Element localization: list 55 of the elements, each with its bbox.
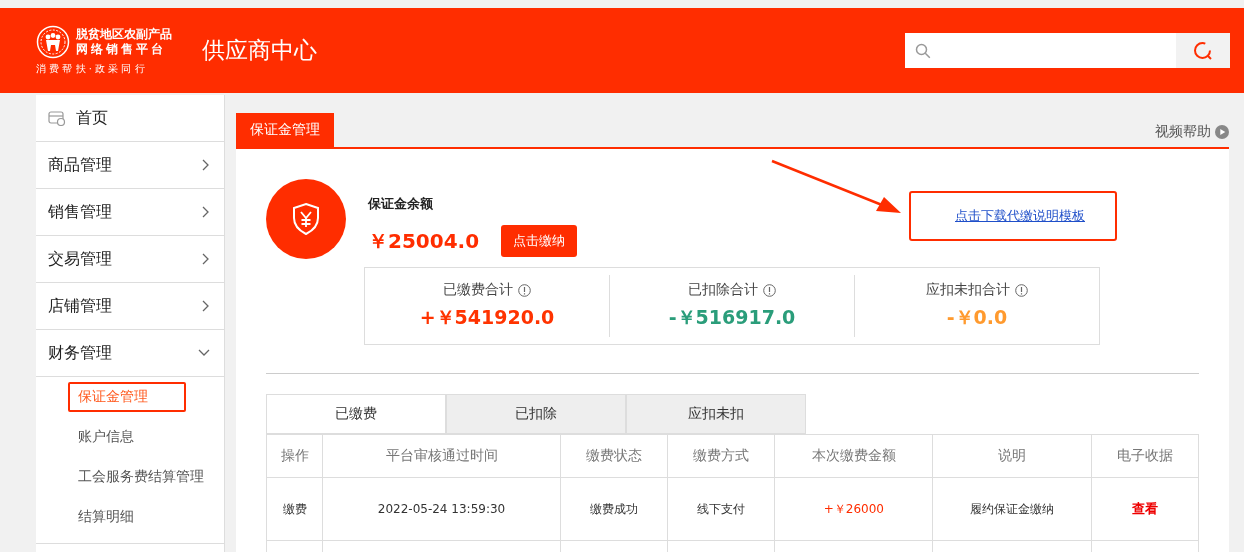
record-tab[interactable]: 已缴费	[266, 394, 446, 434]
record-tab[interactable]: 应扣未扣	[626, 394, 806, 434]
logo-text: 网络销售平台	[76, 42, 167, 57]
info-icon	[763, 283, 776, 297]
stat-value: -￥0.0	[946, 305, 1008, 330]
logo-slogan: 消 费 帮 扶 · 政 采 同 行	[36, 62, 146, 76]
chevron-right-icon	[202, 253, 210, 265]
page-title: 供应商中心	[202, 36, 317, 65]
sidebar-item[interactable]: 财务管理	[36, 330, 224, 377]
pay-button[interactable]: 点击缴纳	[501, 225, 578, 257]
sidebar-item[interactable]: 首页	[36, 95, 224, 142]
play-icon	[1215, 125, 1229, 139]
stat-label: 已缴费合计	[443, 281, 513, 299]
column-header: 本次缴费金额	[774, 434, 933, 478]
column-header: 操作	[266, 434, 323, 478]
stat-value: -￥516917.0	[668, 305, 796, 330]
table-cell: 履约保证金缴纳	[932, 477, 1092, 541]
table-cell: 2022-05-24 13:59:30	[322, 477, 561, 541]
chevron-right-icon	[202, 300, 210, 312]
search-icon	[915, 42, 931, 59]
sidebar-item[interactable]: 店铺管理	[36, 283, 224, 330]
chevron-right-icon	[202, 159, 210, 171]
sidebar-item[interactable]: 交易管理	[36, 236, 224, 283]
stat-label: 应扣未扣合计	[926, 281, 1010, 299]
sidebar-item[interactable]: 销售管理	[36, 189, 224, 236]
logo-text: 脱贫地区农副产品	[76, 27, 172, 42]
chevron-right-icon	[202, 206, 210, 218]
info-icon	[1015, 283, 1028, 297]
info-icon	[518, 283, 531, 297]
logo-emblem-icon	[36, 25, 70, 59]
table-cell: 缴费	[266, 477, 323, 541]
column-header: 电子收据	[1091, 434, 1199, 478]
stat-label: 已扣除合计	[688, 281, 758, 299]
table-cell: +￥26000	[774, 477, 933, 541]
balance-label: 保证金余额	[368, 195, 434, 213]
record-tab[interactable]: 已扣除	[446, 394, 626, 434]
download-link[interactable]: 点击下载代缴说明模板	[955, 207, 1085, 225]
view-link[interactable]: 查看	[1125, 499, 1164, 519]
stat-value: +￥541920.0	[419, 305, 555, 330]
chevron-down-icon	[198, 349, 210, 357]
column-header: 缴费状态	[560, 434, 668, 478]
column-header: 说明	[932, 434, 1092, 478]
sidebar-item[interactable]: 商品管理	[36, 142, 224, 189]
search-button[interactable]	[1176, 33, 1230, 68]
video-help-link[interactable]: 视频帮助	[1155, 123, 1229, 141]
table-cell: 缴费成功	[560, 477, 668, 541]
column-header: 平台审核通过时间	[322, 434, 561, 478]
sidebar-subitem[interactable]: 账户信息	[78, 428, 134, 446]
column-header: 缴费方式	[667, 434, 775, 478]
page-tab[interactable]: 保证金管理	[236, 113, 334, 147]
sidebar-subitem[interactable]: 结算明细	[78, 508, 134, 526]
sidebar-subitem[interactable]: 工会服务费结算管理	[78, 468, 204, 486]
table-cell: 线下支付	[667, 477, 775, 541]
search-icon	[1193, 40, 1213, 61]
balance-amount: ￥25004.0	[368, 227, 480, 255]
